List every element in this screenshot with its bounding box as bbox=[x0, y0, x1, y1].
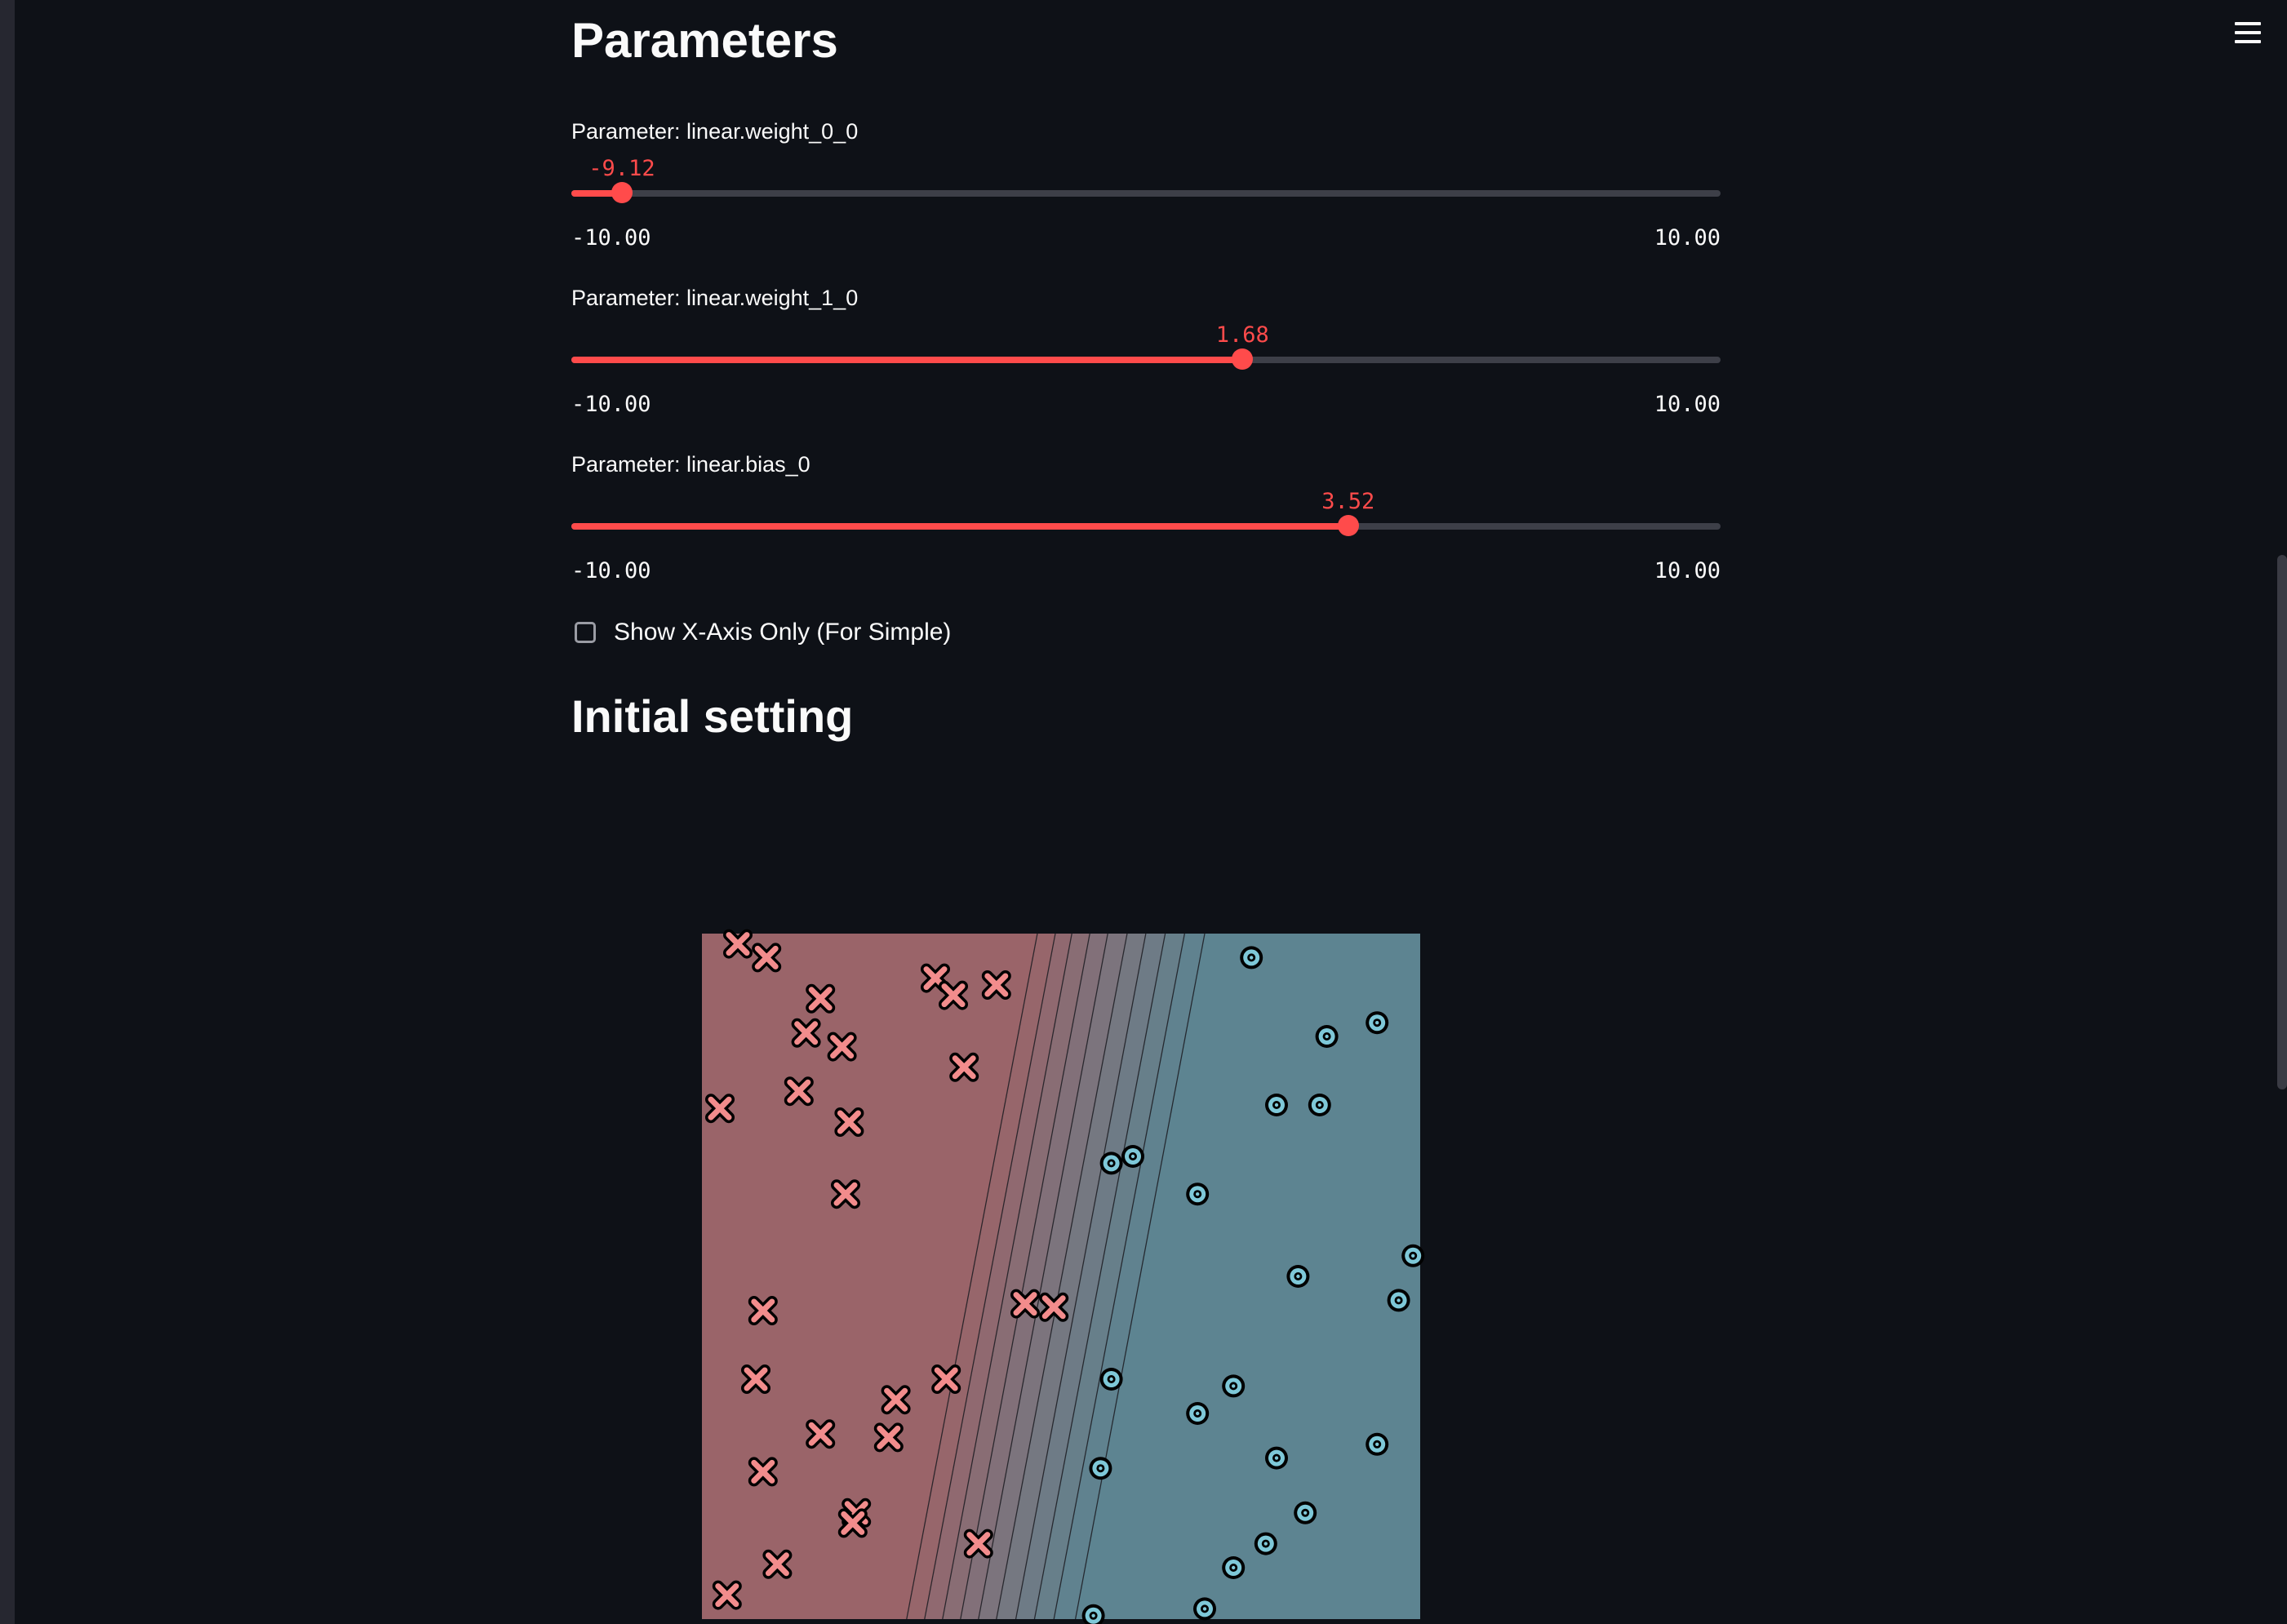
class1-marker-center bbox=[1325, 1034, 1329, 1039]
show-x-axis-checkbox[interactable]: Show X-Axis Only (For Simple) bbox=[571, 616, 951, 649]
slider-bias-0: Parameter: linear.bias_0 3.52 -10.00 10.… bbox=[571, 452, 1721, 607]
slider-fill bbox=[571, 523, 1348, 530]
checkbox-box[interactable] bbox=[575, 622, 596, 643]
left-sidebar-edge bbox=[0, 0, 15, 1624]
slider-weight-0-0: Parameter: linear.weight_0_0 -9.12 -10.0… bbox=[571, 119, 1721, 274]
class1-marker-center bbox=[1397, 1298, 1401, 1302]
class1-marker-center bbox=[1232, 1565, 1236, 1570]
slider-thumb[interactable] bbox=[1232, 348, 1254, 370]
class1-marker-center bbox=[1375, 1442, 1379, 1446]
slider-track[interactable] bbox=[571, 182, 1721, 203]
class1-marker-center bbox=[1109, 1377, 1113, 1382]
menu-bar bbox=[2235, 40, 2261, 43]
slider-thumb[interactable] bbox=[1337, 515, 1359, 536]
class1-marker-center bbox=[1274, 1103, 1279, 1107]
class1-marker-center bbox=[1232, 1384, 1236, 1388]
slider-value: -9.12 bbox=[588, 156, 655, 181]
class1-marker-center bbox=[1196, 1411, 1200, 1416]
class1-marker-center bbox=[1303, 1511, 1308, 1515]
class1-marker-center bbox=[1196, 1192, 1200, 1196]
class1-marker-center bbox=[1411, 1253, 1415, 1258]
plot-svg bbox=[702, 929, 1425, 1624]
parameters-heading-text: Parameters bbox=[571, 13, 838, 68]
checkbox-label: Show X-Axis Only (For Simple) bbox=[614, 619, 952, 646]
parameters-heading: Parameters bbox=[571, 0, 1224, 82]
slider-thumb[interactable] bbox=[611, 182, 633, 203]
class1-marker-center bbox=[1202, 1607, 1207, 1611]
vertical-scrollbar[interactable] bbox=[2277, 555, 2287, 1089]
class1-marker-center bbox=[1375, 1021, 1379, 1025]
hamburger-menu-icon[interactable] bbox=[2231, 16, 2264, 49]
slider-track[interactable] bbox=[571, 515, 1721, 536]
class1-marker-center bbox=[1250, 956, 1254, 960]
slider-max-label: 10.00 bbox=[1654, 392, 1721, 417]
slider-min-label: -10.00 bbox=[571, 558, 651, 583]
decision-boundary-plot bbox=[702, 929, 1425, 1624]
initial-setting-heading: Initial setting bbox=[571, 690, 854, 742]
slider-max-label: 10.00 bbox=[1654, 558, 1721, 583]
slider-label: Parameter: linear.bias_0 bbox=[571, 452, 810, 477]
class1-marker-center bbox=[1109, 1161, 1113, 1165]
class1-marker-center bbox=[1130, 1154, 1135, 1159]
class1-marker-center bbox=[1317, 1103, 1321, 1107]
menu-bar bbox=[2235, 31, 2261, 34]
slider-value: 1.68 bbox=[1215, 322, 1269, 348]
slider-track[interactable] bbox=[571, 348, 1721, 370]
slider-label: Parameter: linear.weight_1_0 bbox=[571, 286, 859, 310]
slider-max-label: 10.00 bbox=[1654, 225, 1721, 251]
class1-marker-center bbox=[1296, 1274, 1300, 1279]
class1-marker-center bbox=[1263, 1542, 1268, 1546]
menu-bar bbox=[2235, 22, 2261, 25]
slider-min-label: -10.00 bbox=[571, 225, 651, 251]
slider-weight-1-0: Parameter: linear.weight_1_0 1.68 -10.00… bbox=[571, 286, 1721, 441]
slider-value: 3.52 bbox=[1321, 489, 1375, 514]
slider-fill bbox=[571, 357, 1243, 363]
slider-label: Parameter: linear.weight_0_0 bbox=[571, 119, 859, 144]
slider-min-label: -10.00 bbox=[571, 392, 651, 417]
class1-marker-center bbox=[1099, 1466, 1103, 1471]
class1-marker-center bbox=[1274, 1456, 1279, 1460]
class1-marker-center bbox=[1091, 1613, 1095, 1617]
